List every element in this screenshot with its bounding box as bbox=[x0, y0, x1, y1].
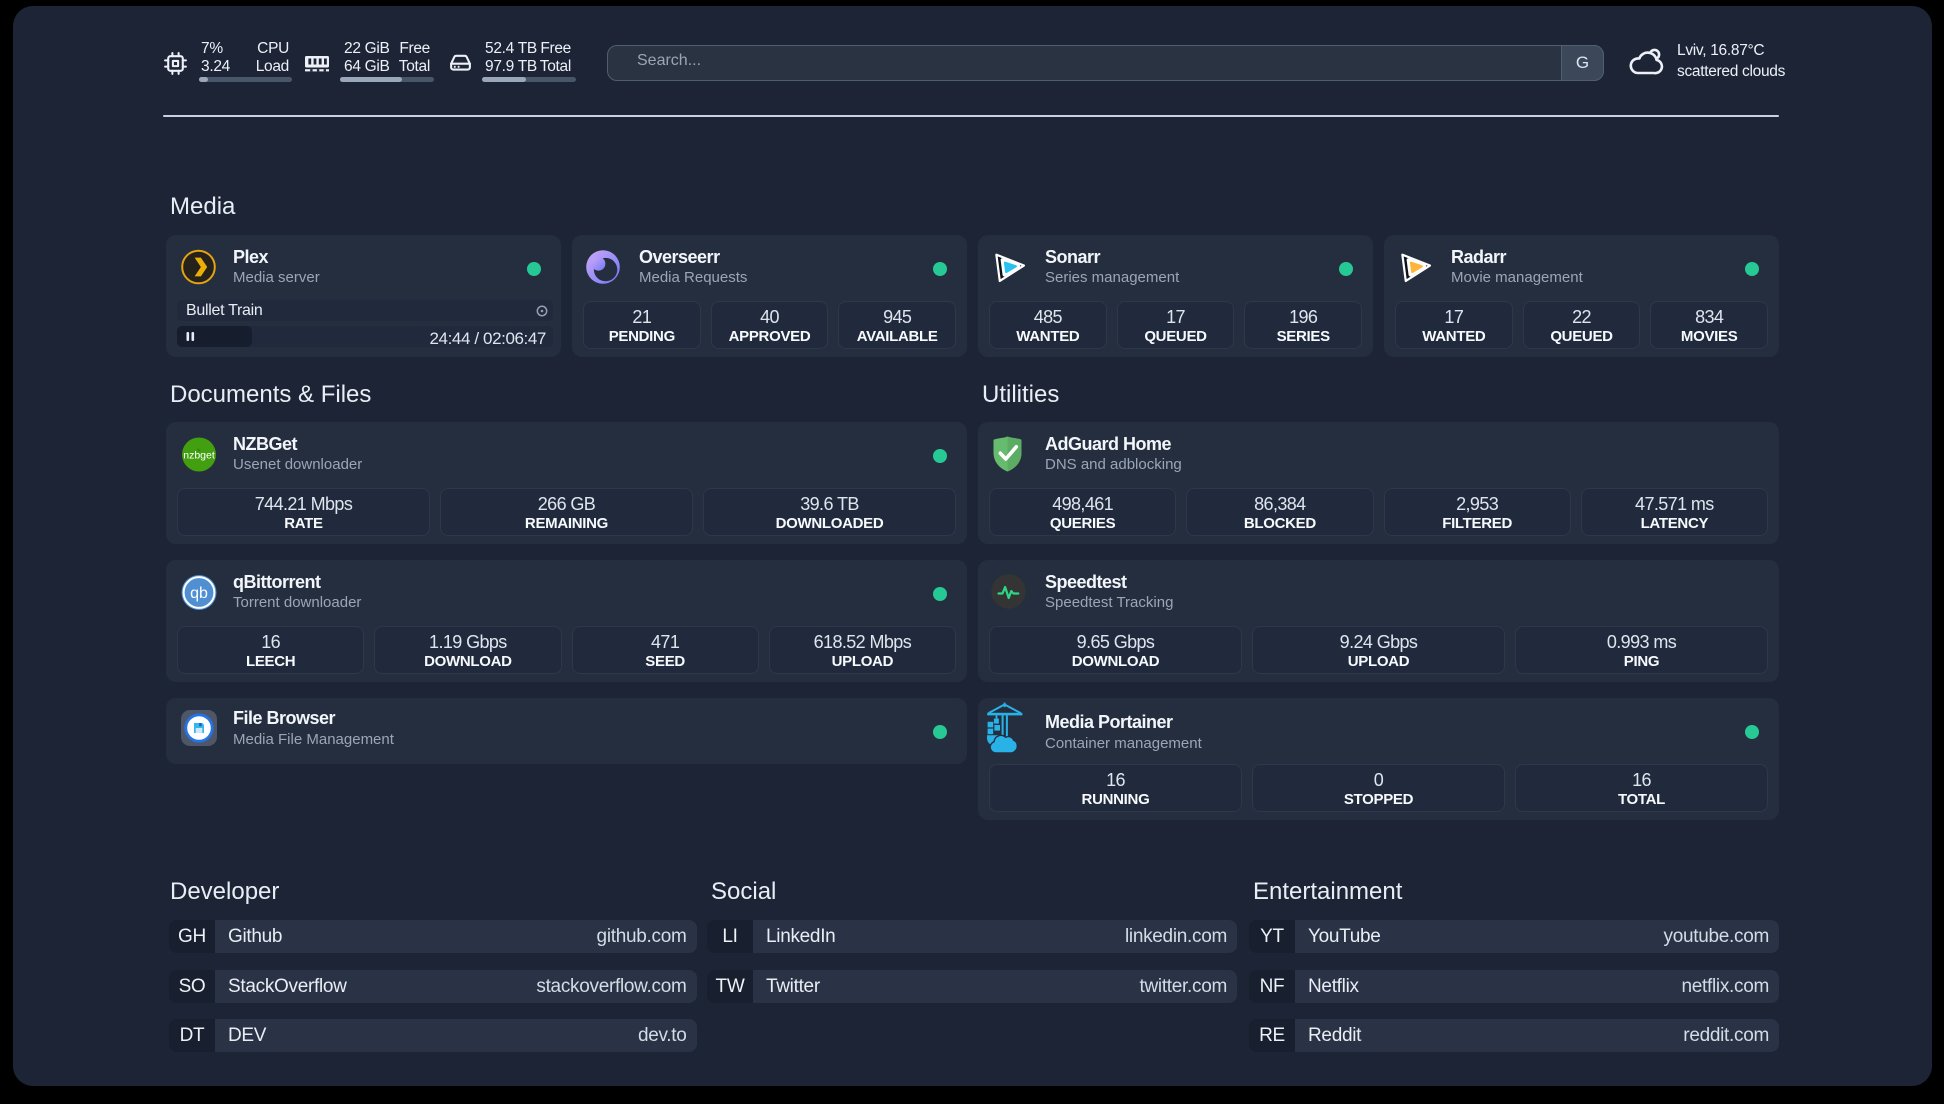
svg-text:qb: qb bbox=[190, 585, 208, 602]
svg-text:nzbget: nzbget bbox=[183, 449, 215, 461]
